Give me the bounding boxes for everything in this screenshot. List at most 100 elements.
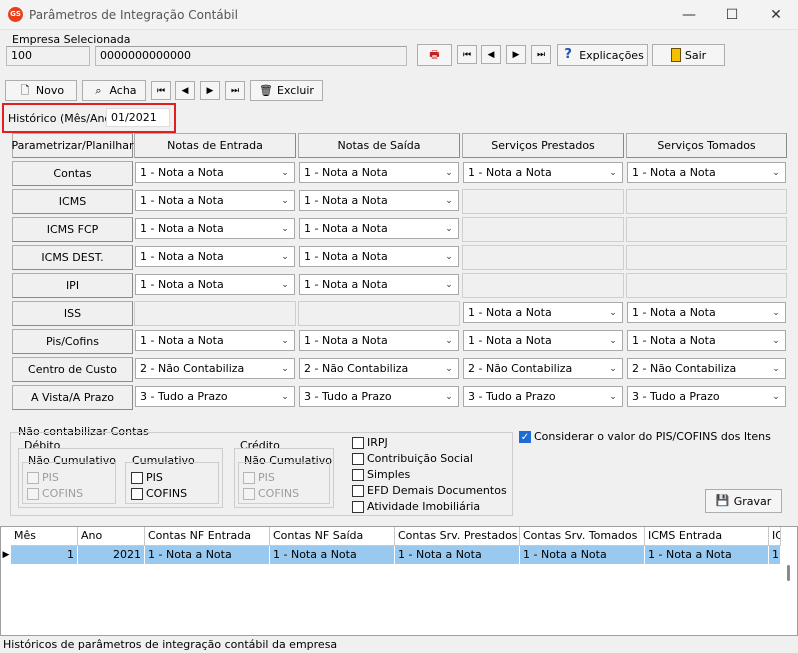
matrix-option-select[interactable]: 3 - Tudo a Prazo ⌄: [627, 386, 786, 407]
historico-label: Histórico (Mês/Ano): [8, 112, 116, 125]
matrix-option-select[interactable]: 3 - Tudo a Prazo ⌄: [299, 386, 459, 407]
prev-record-button[interactable]: ◀: [481, 45, 501, 64]
grid-cell[interactable]: 1 - Nota a Nota: [645, 546, 769, 564]
atividade-imobiliaria-checkbox[interactable]: Atividade Imobiliária: [352, 500, 480, 513]
debito-cum-pis-checkbox[interactable]: PIS: [131, 471, 163, 484]
debito-cum-cofins-checkbox[interactable]: COFINS: [131, 487, 187, 500]
novo-button[interactable]: 🗋 Novo: [5, 80, 77, 101]
matrix-option-select[interactable]: 1 - Nota a Nota ⌄: [299, 246, 459, 267]
close-button[interactable]: ✕: [754, 0, 798, 30]
matrix-option-select[interactable]: 1 - Nota a Nota ⌄: [135, 162, 295, 183]
simples-checkbox[interactable]: Simples: [352, 468, 410, 481]
matrix-option-select[interactable]: 2 - Não Contabiliza ⌄: [299, 358, 459, 379]
matrix-option-select[interactable]: 1 - Nota a Nota ⌄: [299, 274, 459, 295]
debito-nc-pis-checkbox[interactable]: PIS: [27, 471, 59, 484]
maximize-button[interactable]: ☐: [710, 0, 754, 30]
print-button[interactable]: 🖶: [417, 44, 452, 66]
grid-column-header[interactable]: Contas NF Saída: [270, 527, 395, 546]
chevron-down-icon: ⌄: [772, 335, 780, 346]
chevron-down-icon: ⌄: [281, 223, 289, 234]
matrix-option-select[interactable]: 3 - Tudo a Prazo ⌄: [463, 386, 623, 407]
help-icon: ?: [564, 47, 572, 62]
grid-scrollbar[interactable]: [781, 547, 795, 627]
credito-nc-pis-checkbox[interactable]: PIS: [243, 471, 275, 484]
irpj-checkbox[interactable]: IRPJ: [352, 436, 388, 449]
grid-cell[interactable]: 1 - Nota a Nota: [145, 546, 270, 564]
matrix-option-select[interactable]: 2 - Não Contabiliza ⌄: [135, 358, 295, 379]
matrix-option-select[interactable]: 2 - Não Contabiliza ⌄: [463, 358, 623, 379]
matrix-option-select[interactable]: 1 - Nota a Nota ⌄: [299, 218, 459, 239]
select-value: 1 - Nota a Nota: [304, 194, 388, 207]
gravar-button[interactable]: 💾 Gravar: [705, 489, 782, 513]
grid-cell[interactable]: 2021: [78, 546, 145, 564]
grid-column-header[interactable]: Contas Srv. Prestados: [395, 527, 520, 546]
grid-cell[interactable]: 1 - Nota a Nota: [395, 546, 520, 564]
historico-grid[interactable]: ▶ Mês Ano Contas NF Entrada Contas NF Saída C…: [0, 526, 798, 636]
matrix-row-header: ICMS: [12, 189, 133, 214]
toolbar-next-button[interactable]: ▶: [200, 81, 220, 100]
grid-cell[interactable]: 1: [769, 546, 781, 564]
grid-cell[interactable]: 1 - Nota a Nota: [520, 546, 645, 564]
checkbox-label: COFINS: [146, 487, 188, 500]
last-record-button[interactable]: ⏭: [531, 45, 551, 64]
exit-door-icon: [670, 48, 681, 62]
considerar-pis-cofins-checkbox[interactable]: ✓ Considerar o valor do PIS/COFINS dos It…: [519, 430, 771, 443]
acha-label: Acha: [109, 84, 137, 97]
chevron-down-icon: ⌄: [281, 279, 289, 290]
toolbar-last-button[interactable]: ⏭: [225, 81, 245, 100]
matrix-option-select[interactable]: 1 - Nota a Nota ⌄: [299, 190, 459, 211]
matrix-option-select[interactable]: 1 - Nota a Nota ⌄: [463, 302, 623, 323]
matrix-corner-header: Parametrizar/Planilhar: [12, 133, 134, 158]
historico-field[interactable]: 01/2021: [106, 108, 170, 127]
checkbox-box: [131, 471, 143, 484]
prev-icon: ◀: [181, 85, 189, 96]
minimize-button[interactable]: —: [667, 0, 711, 30]
toolbar-first-button[interactable]: ⏮: [151, 81, 171, 100]
grid-column-header[interactable]: Ano: [78, 527, 145, 546]
excluir-button[interactable]: 🗑 Excluir: [250, 80, 323, 101]
acha-button[interactable]: ⌕ Acha: [82, 80, 146, 101]
matrix-option-select[interactable]: 1 - Nota a Nota ⌄: [627, 302, 786, 323]
sair-button[interactable]: Sair: [652, 44, 725, 66]
chevron-down-icon: ⌄: [445, 223, 453, 234]
select-value: 3 - Tudo a Prazo: [304, 390, 392, 403]
explicacoes-button[interactable]: ? Explicações: [557, 44, 648, 66]
matrix-option-select[interactable]: 1 - Nota a Nota ⌄: [463, 330, 623, 351]
matrix-option-select[interactable]: 1 - Nota a Nota ⌄: [135, 190, 295, 211]
grid-cell[interactable]: 1: [11, 546, 78, 564]
select-value: 3 - Tudo a Prazo: [140, 390, 228, 403]
matrix-option-select[interactable]: 1 - Nota a Nota ⌄: [135, 330, 295, 351]
grid-column-header[interactable]: Mês: [11, 527, 78, 546]
grid-column-header[interactable]: Contas NF Entrada: [145, 527, 270, 546]
credito-nc-cofins-checkbox[interactable]: COFINS: [243, 487, 299, 500]
matrix-option-select[interactable]: 1 - Nota a Nota ⌄: [135, 218, 295, 239]
grid-column-header[interactable]: ICMS Entrada: [645, 527, 769, 546]
gravar-label: Gravar: [733, 494, 772, 508]
first-record-button[interactable]: ⏮: [457, 45, 477, 64]
checkbox-label: Simples: [367, 468, 411, 481]
debito-nc-cofins-checkbox[interactable]: COFINS: [27, 487, 83, 500]
contribuicao-social-checkbox[interactable]: Contribuição Social: [352, 452, 473, 465]
select-value: 1 - Nota a Nota: [140, 222, 224, 235]
matrix-option-select[interactable]: 1 - Nota a Nota ⌄: [627, 162, 786, 183]
scroll-thumb[interactable]: [787, 565, 790, 581]
matrix-option-select[interactable]: 1 - Nota a Nota ⌄: [299, 330, 459, 351]
chevron-down-icon: ⌄: [445, 251, 453, 262]
matrix-option-select[interactable]: 2 - Não Contabiliza ⌄: [627, 358, 786, 379]
chevron-down-icon: ⌄: [281, 335, 289, 346]
toolbar-prev-button[interactable]: ◀: [175, 81, 195, 100]
first-icon: ⏮: [462, 49, 472, 60]
checkbox-label: Contribuição Social: [367, 452, 473, 465]
matrix-option-select[interactable]: 1 - Nota a Nota ⌄: [463, 162, 623, 183]
matrix-option-select[interactable]: 1 - Nota a Nota ⌄: [627, 330, 786, 351]
matrix-option-select[interactable]: 3 - Tudo a Prazo ⌄: [135, 386, 295, 407]
matrix-option-select[interactable]: 1 - Nota a Nota ⌄: [135, 246, 295, 267]
matrix-option-select[interactable]: 1 - Nota a Nota ⌄: [135, 274, 295, 295]
grid-cell[interactable]: 1 - Nota a Nota: [270, 546, 395, 564]
next-record-button[interactable]: ▶: [506, 45, 526, 64]
efd-demais-documentos-checkbox[interactable]: EFD Demais Documentos: [352, 484, 507, 497]
grid-column-header[interactable]: IC: [769, 527, 781, 546]
matrix-option-select[interactable]: 1 - Nota a Nota ⌄: [299, 162, 459, 183]
grid-column-header[interactable]: Contas Srv. Tomados: [520, 527, 645, 546]
last-icon: ⏭: [536, 49, 546, 60]
